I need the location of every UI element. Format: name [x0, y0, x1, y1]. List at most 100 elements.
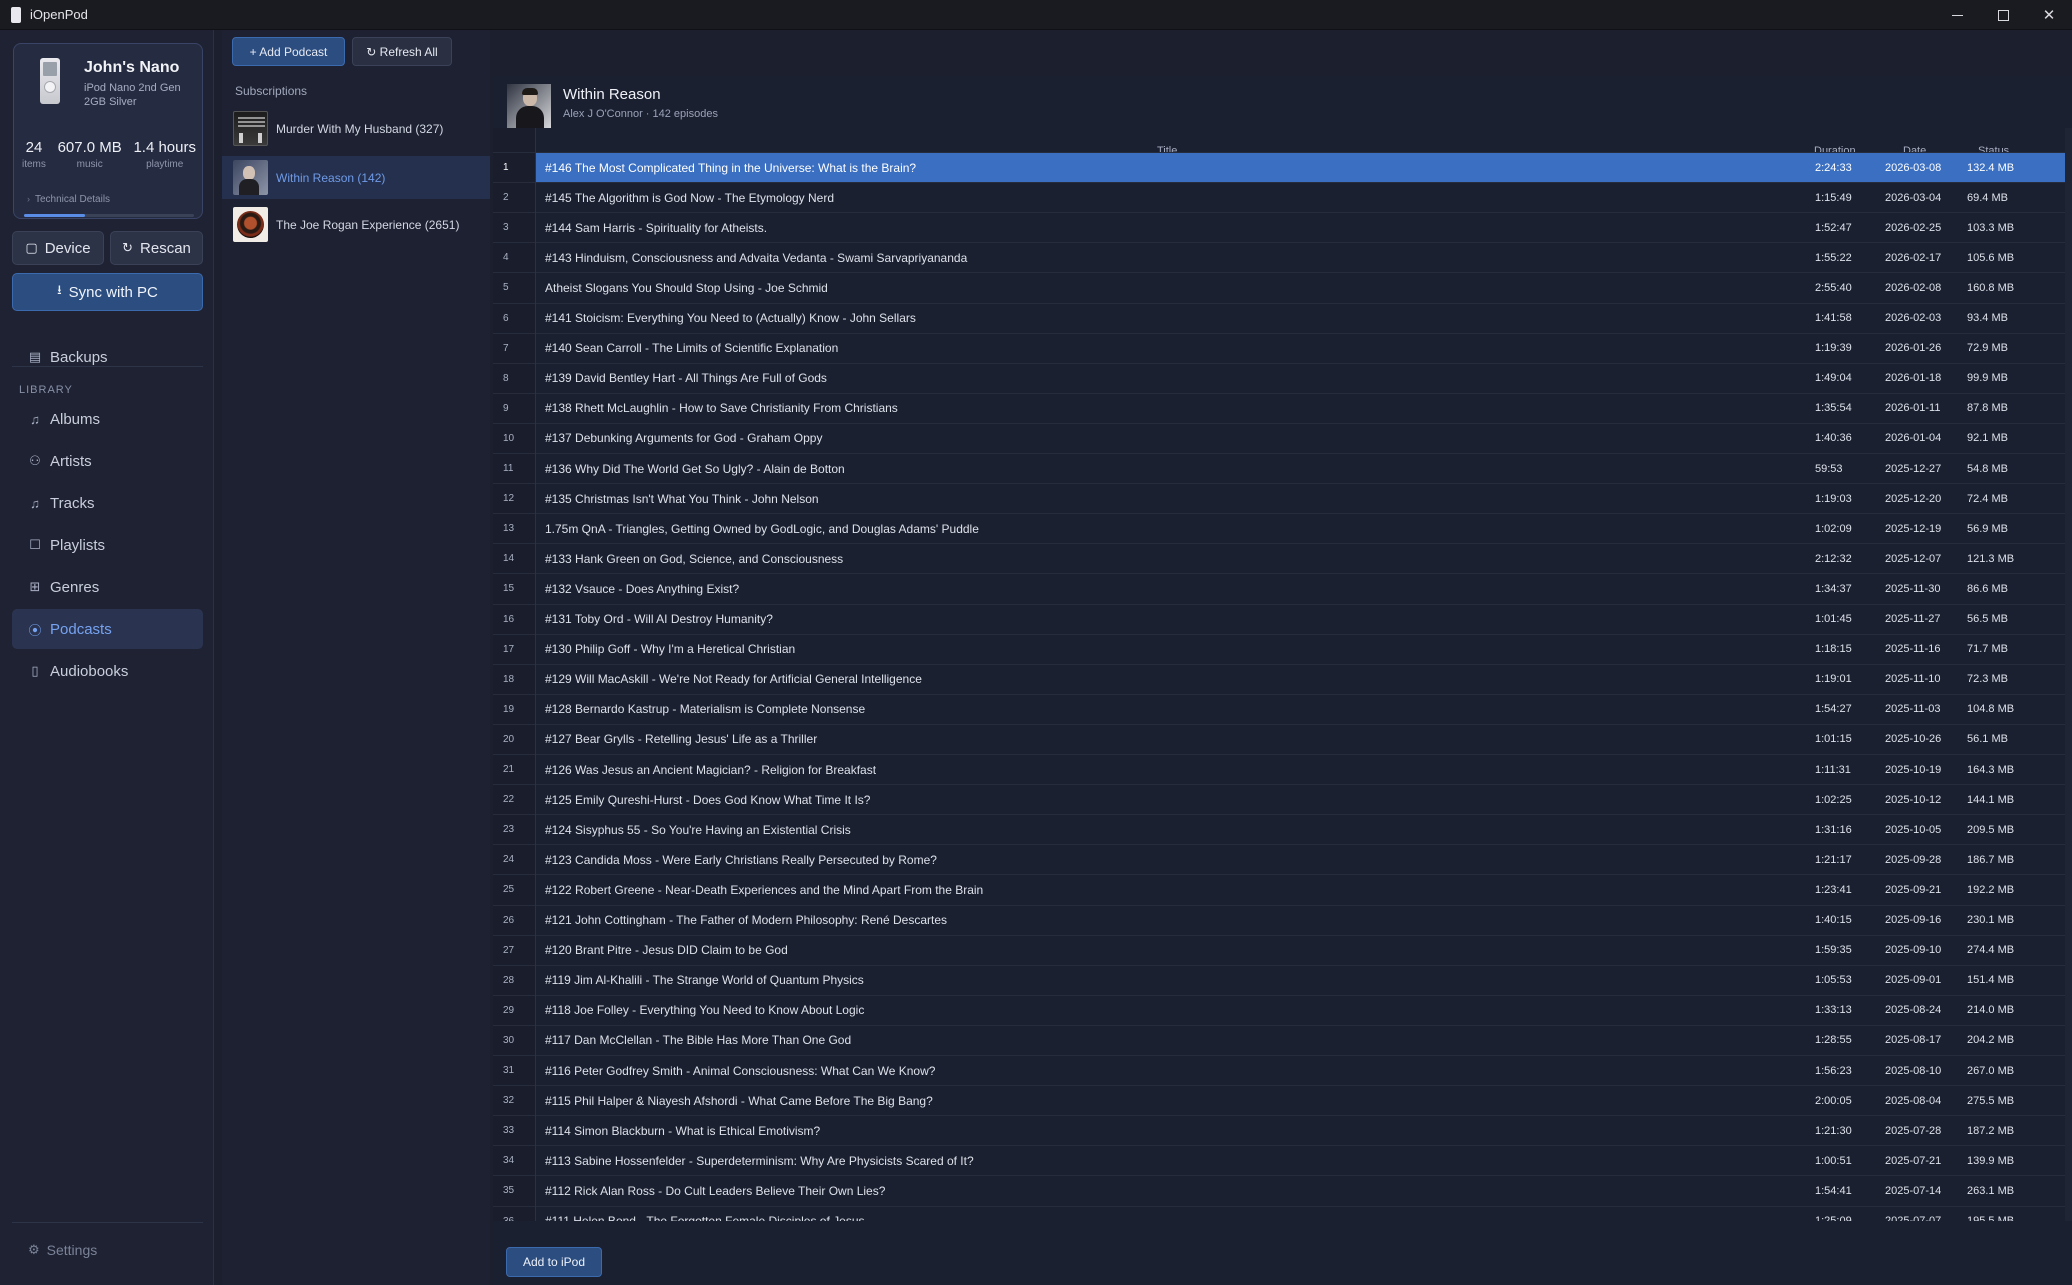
- table-row[interactable]: 34 #113 Sabine Hossenfelder - Superdeterm…: [493, 1145, 2065, 1175]
- episode-duration: 1:01:45: [1815, 613, 1852, 625]
- stat-value: 607.0 MB: [57, 139, 122, 156]
- episode-duration: 1:35:54: [1815, 402, 1852, 415]
- table-row[interactable]: 14 #133 Hank Green on God, Science, and C…: [493, 543, 2065, 573]
- subscription-murder-with-my-husband[interactable]: Murder With My Husband (327): [222, 107, 490, 150]
- sidebar-item-artists[interactable]: ⚇ Artists: [12, 441, 203, 481]
- table-row[interactable]: 6 #141 Stoicism: Everything You Need to (…: [493, 302, 2065, 333]
- divider: [535, 128, 536, 1221]
- sync-button-label: Sync with PC: [68, 283, 158, 301]
- table-row[interactable]: 18 #129 Will MacAskill - We're Not Ready …: [493, 663, 2065, 694]
- sync-button[interactable]: ⭳ Sync with PC: [12, 273, 203, 311]
- episode-date: 2026-02-03: [1885, 312, 1942, 324]
- table-row[interactable]: 2 #145 The Algorithm is God Now - The Ety…: [493, 182, 2065, 212]
- table-row[interactable]: 31 #116 Peter Godfrey Smith - Animal Cons…: [493, 1055, 2065, 1085]
- table-row[interactable]: 24 #123 Candida Moss - Were Early Christi…: [493, 844, 2065, 874]
- table-row[interactable]: 5 Atheist Slogans You Should Stop Using -…: [493, 272, 2065, 302]
- sidebar-item-playlists[interactable]: ☐ Playlists: [12, 525, 203, 565]
- sidebar-item-backups[interactable]: ▤ Backups: [12, 337, 203, 377]
- episode-duration: 1:54:41: [1815, 1184, 1852, 1197]
- minimize-button[interactable]: [1934, 0, 1980, 30]
- episode-duration: 1:34:37: [1815, 582, 1852, 595]
- table-row[interactable]: 4 #143 Hinduism, Consciousness and Advait…: [493, 242, 2065, 272]
- table-row[interactable]: 17 #130 Philip Goff - Why I'm a Heretical…: [493, 633, 2065, 664]
- table-row[interactable]: 36 #111 Helen Bond - The Forgotten Female…: [493, 1205, 2065, 1221]
- close-button[interactable]: ✕: [2026, 0, 2072, 30]
- table-row[interactable]: 27 #120 Brant Pitre - Jesus DID Claim to …: [493, 934, 2065, 965]
- table-row[interactable]: 15 #132 Vsauce - Does Anything Exist? 1:34…: [493, 573, 2065, 603]
- episode-duration: 2:24:33: [1815, 161, 1852, 174]
- episode-status: 56.9 MB: [1967, 522, 2008, 535]
- episode-status: 139.9 MB: [1967, 1154, 2015, 1167]
- sidebar-item-label: Tracks: [50, 494, 95, 512]
- row-number: 12: [503, 493, 515, 505]
- table-row[interactable]: 11 #136 Why Did The World Get So Ugly? - …: [493, 453, 2065, 483]
- episode-date: 2025-08-10: [1885, 1064, 1942, 1077]
- row-number: 22: [503, 794, 515, 806]
- episode-duration: 1:40:36: [1815, 432, 1852, 445]
- episode-title: #137 Debunking Arguments for God - Graha…: [545, 431, 823, 446]
- table-row[interactable]: 19 #128 Bernardo Kastrup - Materialism is…: [493, 693, 2065, 724]
- table-row[interactable]: 29 #118 Joe Folley - Everything You Need …: [493, 994, 2065, 1025]
- row-number: 9: [503, 402, 509, 414]
- rescan-button[interactable]: ↻ Rescan: [110, 231, 203, 265]
- table-row[interactable]: 12 #135 Christmas Isn't What You Think - …: [493, 483, 2065, 513]
- row-number: 11: [503, 463, 514, 474]
- settings-button[interactable]: ⚙ Settings: [28, 1242, 97, 1258]
- sidebar-item-tracks[interactable]: ♫ Tracks: [12, 483, 203, 523]
- episode-date: 2025-07-21: [1885, 1154, 1942, 1167]
- episode-duration: 1:55:22: [1815, 251, 1852, 264]
- episode-title: #145 The Algorithm is God Now - The Etym…: [545, 190, 835, 205]
- table-row[interactable]: 28 #119 Jim Al-Khalili - The Strange Worl…: [493, 964, 2065, 995]
- table-row[interactable]: 1 #146 The Most Complicated Thing in the …: [493, 152, 2065, 183]
- episode-date: 2025-12-20: [1885, 492, 1942, 505]
- storage-usage-bar: [24, 214, 194, 217]
- row-number: 8: [503, 372, 509, 384]
- table-row[interactable]: 3 #144 Sam Harris - Spirituality for Athe…: [493, 212, 2065, 242]
- row-number: 17: [503, 643, 515, 655]
- episode-status: 151.4 MB: [1967, 974, 2015, 987]
- add-podcast-button[interactable]: + Add Podcast: [232, 37, 345, 66]
- table-row[interactable]: 32 #115 Phil Halper & Niayesh Afshordi - …: [493, 1085, 2065, 1115]
- table-row[interactable]: 10 #137 Debunking Arguments for God - Gra…: [493, 422, 2065, 453]
- row-number: 23: [503, 824, 515, 836]
- sidebar-item-label: Albums: [50, 410, 101, 428]
- table-row[interactable]: 33 #114 Simon Blackburn - What is Ethical…: [493, 1115, 2065, 1145]
- episode-duration: 59:53: [1815, 462, 1843, 475]
- table-row[interactable]: 16 #131 Toby Ord - Will AI Destroy Humani…: [493, 603, 2065, 634]
- refresh-all-button[interactable]: ↻ Refresh All: [352, 37, 452, 66]
- sidebar-item-audiobooks[interactable]: ▯ Audiobooks: [12, 651, 203, 691]
- add-to-ipod-button[interactable]: Add to iPod: [506, 1247, 602, 1277]
- ipod-icon: [40, 58, 60, 104]
- episode-status: 267.0 MB: [1967, 1064, 2015, 1077]
- sidebar-item-genres[interactable]: ⊞ Genres: [12, 567, 203, 607]
- table-row[interactable]: 30 #117 Dan McClellan - The Bible Has Mor…: [493, 1024, 2065, 1055]
- table-row[interactable]: 25 #122 Robert Greene - Near-Death Experi…: [493, 874, 2065, 904]
- podcast-artwork: [233, 111, 268, 146]
- table-row[interactable]: 8 #139 David Bentley Hart - All Things Ar…: [493, 362, 2065, 393]
- table-row[interactable]: 22 #125 Emily Qureshi-Hurst - Does God Kn…: [493, 784, 2065, 814]
- episode-duration: 1:00:51: [1815, 1154, 1852, 1167]
- technical-details-toggle[interactable]: › Technical Details: [27, 194, 110, 205]
- refresh-icon: ↻: [122, 240, 134, 255]
- subscription-within-reason[interactable]: Within Reason (142): [222, 156, 490, 199]
- device-card[interactable]: John's Nano iPod Nano 2nd Gen 2GB Silver…: [13, 43, 203, 219]
- table-row[interactable]: 21 #126 Was Jesus an Ancient Magician? - …: [493, 754, 2065, 784]
- table-row[interactable]: 20 #127 Bear Grylls - Retelling Jesus' Li…: [493, 723, 2065, 754]
- table-row[interactable]: 9 #138 Rhett McLaughlin - How to Save Chr…: [493, 392, 2065, 423]
- episode-title: #132 Vsauce - Does Anything Exist?: [545, 581, 740, 596]
- maximize-button[interactable]: [1980, 0, 2026, 30]
- table-row[interactable]: 26 #121 John Cottingham - The Father of M…: [493, 904, 2065, 935]
- row-number: 26: [503, 914, 515, 926]
- table-row[interactable]: 35 #112 Rick Alan Ross - Do Cult Leaders …: [493, 1175, 2065, 1205]
- sidebar-item-albums[interactable]: ♫ Albums: [12, 399, 203, 439]
- episode-date: 2025-09-21: [1885, 883, 1942, 896]
- table-row[interactable]: 7 #140 Sean Carroll - The Limits of Scien…: [493, 332, 2065, 363]
- subscription-joe-rogan-experience[interactable]: The Joe Rogan Experience (2651): [222, 203, 490, 246]
- table-row[interactable]: 13 1.75m QnA - Triangles, Getting Owned b…: [493, 513, 2065, 543]
- scrollbar[interactable]: [2065, 128, 2072, 1221]
- episode-status: 275.5 MB: [1967, 1094, 2015, 1107]
- sidebar-item-podcasts[interactable]: ⦿ Podcasts: [12, 609, 203, 649]
- table-row[interactable]: 23 #124 Sisyphus 55 - So You're Having an…: [493, 814, 2065, 844]
- device-button[interactable]: ▢ Device: [12, 231, 104, 265]
- episode-duration: 1:23:41: [1815, 883, 1852, 896]
